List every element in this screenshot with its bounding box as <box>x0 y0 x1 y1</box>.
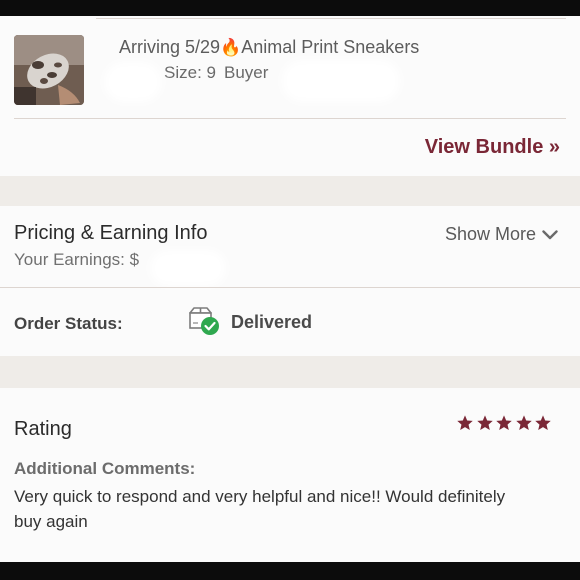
redacted-blur <box>150 250 226 286</box>
fire-icon: 🔥 <box>220 38 242 57</box>
bottom-edge-bar <box>0 562 580 580</box>
rating-title: Rating <box>14 418 72 440</box>
star-rating <box>455 414 553 432</box>
show-more-label: Show More <box>444 224 536 244</box>
star-icon <box>515 415 532 431</box>
redacted-blur <box>282 60 400 102</box>
item-size: Size: 9 <box>164 63 216 82</box>
pricing-card: Pricing & Earning Info Your Earnings: $ … <box>0 206 580 356</box>
comments-text: Very quick to respond and very helpful a… <box>14 487 506 531</box>
bundle-card: Arriving 5/29🔥Animal Print Sneakers Size… <box>0 16 580 176</box>
item-title[interactable]: Arriving 5/29🔥Animal Print Sneakers <box>119 37 419 58</box>
star-icon <box>496 415 512 431</box>
bundle-divider <box>14 118 566 119</box>
star-icon <box>535 415 551 431</box>
buyer-label: Buyer <box>223 63 269 82</box>
view-bundle-link[interactable]: View Bundle » <box>425 136 560 159</box>
arrival-date: Arriving 5/29 <box>119 37 221 57</box>
earnings-row: Your Earnings: $ <box>14 250 139 270</box>
show-more-button[interactable]: Show More <box>445 224 558 245</box>
star-icon <box>476 415 493 431</box>
star-icon <box>457 415 473 431</box>
rating-card: Rating Additional Comments: Very quick t… <box>0 388 580 562</box>
chevron-down-icon <box>542 230 558 240</box>
item-meta: Size: 9 Buyer <box>164 63 268 83</box>
item-name: Animal Print Sneakers <box>241 37 420 57</box>
pricing-title: Pricing & Earning Info <box>14 222 208 244</box>
item-thumbnail[interactable] <box>14 35 84 105</box>
order-status-label: Order Status: <box>14 314 123 333</box>
comments-label: Additional Comments: <box>14 459 196 478</box>
delivered-box-check-icon <box>189 307 219 335</box>
top-edge-bar <box>0 0 580 16</box>
earnings-label: Your Earnings: $ <box>14 250 140 269</box>
redacted-blur <box>104 62 162 102</box>
order-status-value: Delivered <box>231 312 313 332</box>
top-divider <box>96 18 566 19</box>
pricing-divider <box>0 287 580 288</box>
